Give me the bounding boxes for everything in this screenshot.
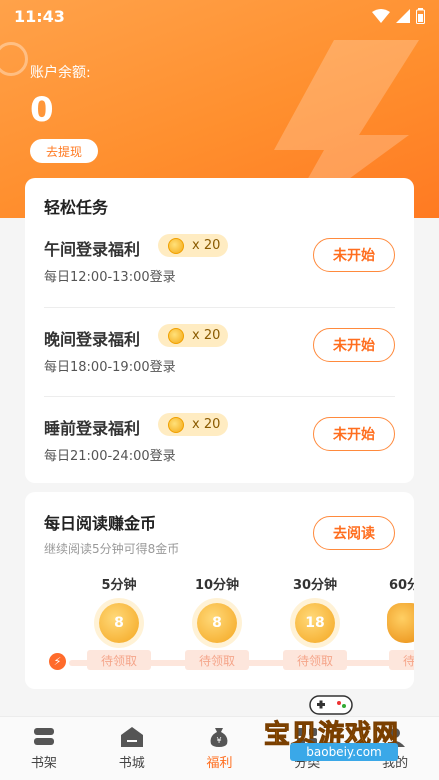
task-status-button[interactable]: 未开始 xyxy=(313,328,395,362)
task-name: 晚间登录福利 xyxy=(44,330,141,349)
milestone-status: 待领取 xyxy=(87,650,151,670)
task-time: 每日12:00-13:00登录 xyxy=(44,270,176,285)
reward-badge: x 20 xyxy=(158,324,228,347)
bookshelf-icon xyxy=(33,728,54,745)
task-row: 晚间登录福利 x 20 每日18:00-19:00登录 未开始 xyxy=(44,324,395,415)
daily-reading-title: 每日阅读赚金币 xyxy=(44,514,157,533)
lightning-badge-icon xyxy=(0,42,28,76)
task-name: 午间登录福利 xyxy=(44,240,141,259)
coin-bubble: 18 xyxy=(295,603,335,643)
status-time: 11:43 xyxy=(14,6,65,26)
milestone-clip: 60分钟 待领取 xyxy=(377,574,414,684)
coin-bag-icon xyxy=(387,603,414,643)
tab-label: 书架 xyxy=(30,756,57,771)
daily-reading-card: 每日阅读赚金币 继续阅读5分钟可得8金币 去阅读 ⚡ 5分钟 8 待领取 10分… xyxy=(25,492,414,689)
coin-bubble: 8 xyxy=(99,603,139,643)
reward-amount: x 20 xyxy=(192,238,221,253)
status-bar: 11:43 xyxy=(0,0,439,32)
welfare-icon: ¥ xyxy=(211,728,228,747)
milestone-status: 待领取 xyxy=(185,650,249,670)
tab-welfare[interactable]: ¥ 福利 xyxy=(176,717,264,780)
milestone-5min[interactable]: 5分钟 8 待领取 xyxy=(83,574,155,670)
milestone-label: 60分钟 xyxy=(389,578,414,593)
milestone-label: 5分钟 xyxy=(101,578,137,593)
milestone-status: 待领取 xyxy=(389,650,414,670)
easy-tasks-title: 轻松任务 xyxy=(44,198,109,217)
milestone-status: 待领取 xyxy=(283,650,347,670)
watermark-url: baobeiy.com xyxy=(290,743,398,761)
daily-reading-subtitle: 继续阅读5分钟可得8金币 xyxy=(44,542,180,556)
reward-amount: x 20 xyxy=(192,417,221,432)
balance-label: 账户余额: xyxy=(30,65,91,81)
lightning-icon: ⚡ xyxy=(49,653,66,670)
reward-amount: x 20 xyxy=(192,328,221,343)
gamepad-icon xyxy=(309,695,353,715)
tab-bookstore[interactable]: 书城 xyxy=(88,717,176,780)
milestone-60min[interactable]: 60分钟 待领取 xyxy=(377,574,414,670)
signal-icon xyxy=(396,9,410,23)
wifi-icon xyxy=(372,9,390,23)
battery-icon xyxy=(416,8,425,24)
task-name: 睡前登录福利 xyxy=(44,419,141,438)
coin-icon xyxy=(168,416,184,433)
task-row: 午间登录福利 x 20 每日12:00-13:00登录 未开始 xyxy=(44,234,395,325)
milestone-label: 30分钟 xyxy=(292,578,338,593)
coin-bubble: 8 xyxy=(197,603,237,643)
tab-bookshelf[interactable]: 书架 xyxy=(0,717,88,780)
divider xyxy=(44,307,395,308)
coin-icon xyxy=(168,327,184,344)
balance-value: 0 xyxy=(30,90,54,130)
watermark-logo: 宝贝游戏网 baobeiy.com xyxy=(262,692,432,766)
coin-icon xyxy=(168,237,184,254)
svg-text:¥: ¥ xyxy=(217,736,222,745)
tab-label: 福利 xyxy=(206,756,233,771)
reward-badge: x 20 xyxy=(158,234,228,257)
tab-label: 书城 xyxy=(118,756,145,771)
divider xyxy=(44,396,395,397)
milestone-10min[interactable]: 10分钟 8 待领取 xyxy=(181,574,253,670)
milestone-label: 10分钟 xyxy=(194,578,240,593)
milestone-30min[interactable]: 30分钟 18 待领取 xyxy=(279,574,351,670)
bookstore-icon xyxy=(120,727,143,747)
task-status-button[interactable]: 未开始 xyxy=(313,417,395,451)
easy-tasks-card: 轻松任务 午间登录福利 x 20 每日12:00-13:00登录 未开始 晚间登… xyxy=(25,178,414,483)
go-read-button[interactable]: 去阅读 xyxy=(313,516,395,550)
task-time: 每日21:00-24:00登录 xyxy=(44,449,176,464)
withdraw-button[interactable]: 去提现 xyxy=(30,139,98,163)
task-status-button[interactable]: 未开始 xyxy=(313,238,395,272)
task-row: 睡前登录福利 x 20 每日21:00-24:00登录 未开始 xyxy=(44,413,395,504)
task-time: 每日18:00-19:00登录 xyxy=(44,360,176,375)
reward-badge: x 20 xyxy=(158,413,228,436)
